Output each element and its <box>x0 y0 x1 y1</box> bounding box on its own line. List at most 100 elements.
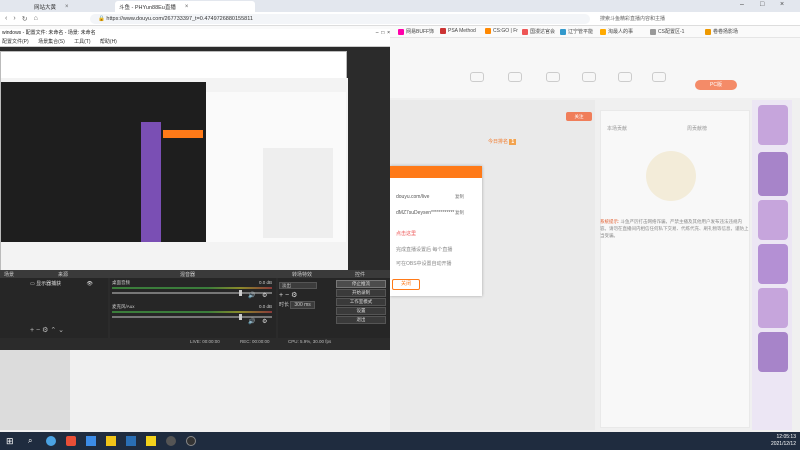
bookmark-item[interactable]: CS:GO | Fr <box>485 28 518 34</box>
tab-contribution[interactable]: 本场贡献 <box>607 125 627 132</box>
folder-icon[interactable] <box>106 436 116 446</box>
bookmark-item[interactable]: 卷卷扬影场 <box>705 28 738 35</box>
rec-timer: REC: 00:00:00 <box>240 339 270 344</box>
promo-banner[interactable] <box>758 288 788 328</box>
duration-input[interactable]: 300 ms <box>290 301 315 309</box>
cpu-fps: CPU: 5.9%, 30.00 fps <box>288 339 332 344</box>
add-icon[interactable]: + <box>30 327 34 334</box>
transition-select[interactable]: 淡出 <box>279 282 317 289</box>
home-icon[interactable]: ⌂ <box>34 15 38 23</box>
speaker-icon[interactable]: 🔊 <box>248 292 255 299</box>
minimize-icon[interactable]: – <box>740 1 744 8</box>
obs-preview[interactable] <box>0 51 348 276</box>
menu-scene-collection[interactable]: 场景集合(S) <box>38 39 65 45</box>
dock-sources: 来源 <box>58 272 69 278</box>
bookmark-item[interactable]: CS配置区-1 <box>650 28 684 35</box>
close-icon[interactable]: × <box>65 4 69 10</box>
promo-banner[interactable] <box>758 244 788 284</box>
today-rank: 今日排名 1 <box>488 138 517 145</box>
copy-key-button[interactable]: 复制 <box>455 210 464 216</box>
close-dialog-button[interactable]: 关闭 <box>392 279 420 290</box>
close-window-icon[interactable]: × <box>780 1 784 8</box>
add-icon[interactable]: + <box>279 292 283 299</box>
app-icon[interactable] <box>86 436 96 446</box>
promo-banner[interactable] <box>758 152 788 196</box>
refresh-icon[interactable]: ↻ <box>22 15 28 23</box>
tab-douyu[interactable]: 斗鱼 - PHYun88Eu直播 × <box>115 1 255 12</box>
app-icon[interactable] <box>146 436 156 446</box>
promo-banner[interactable] <box>758 332 788 372</box>
stream-key[interactable]: dMZ7suDeysen************ <box>396 210 454 216</box>
menu-profile[interactable]: 配置文件(P) <box>2 39 29 45</box>
menu-help[interactable]: 帮助(H) <box>100 39 117 45</box>
help-link[interactable]: 点击这里 <box>396 230 416 237</box>
nav-icon[interactable] <box>618 72 632 82</box>
exit-button[interactable]: 退出 <box>336 316 386 324</box>
server-address[interactable]: douyu.com/live <box>396 194 429 200</box>
url-text: https://www.douyu.com/267733397_t=0.4749… <box>106 16 253 22</box>
stop-streaming-button[interactable]: 停止推流 <box>336 280 386 288</box>
visibility-icon[interactable]: 👁 <box>87 281 93 287</box>
transition-controls: 淡出 + − ⚙ 时长 300 ms <box>279 282 334 309</box>
volume-meter <box>112 287 272 289</box>
studio-mode-button[interactable]: 工作室模式 <box>336 298 386 306</box>
gear-icon[interactable]: ⚙ <box>42 327 48 334</box>
down-icon[interactable]: ⌄ <box>58 327 64 334</box>
search-hint[interactable]: 搜索斗鱼精彩直播内容和主播 <box>600 15 665 22</box>
speaker-icon[interactable]: 🔊 <box>248 318 255 325</box>
nav-icon[interactable] <box>582 72 596 82</box>
slider-handle[interactable] <box>239 314 242 320</box>
track-name: 麦克风/Aux <box>112 304 135 309</box>
preview-dialog <box>263 148 333 238</box>
source-item[interactable]: ▭ 显示器捕获 👁 <box>30 280 93 287</box>
start-icon[interactable]: ⊞ <box>6 436 16 446</box>
maximize-icon[interactable]: □ <box>760 1 764 8</box>
source-label: 显示器捕获 <box>36 281 62 287</box>
close-icon[interactable]: × <box>185 4 189 10</box>
obs-icon[interactable] <box>166 436 176 446</box>
gear-icon[interactable]: ⚙ <box>291 292 297 299</box>
bookmark-item[interactable]: 国漫达官会 <box>522 28 555 35</box>
promo-banner[interactable] <box>758 200 788 240</box>
back-icon[interactable]: ‹ <box>5 15 7 23</box>
bookmark-item[interactable]: 网易BUFF饰 <box>398 28 434 35</box>
start-recording-button[interactable]: 开始录制 <box>336 289 386 297</box>
slider-handle[interactable] <box>239 290 242 296</box>
obs-statusbar: LIVE: 00:00:00 REC: 00:00:00 CPU: 5.9%, … <box>0 338 390 346</box>
remove-icon[interactable]: − <box>285 292 289 299</box>
forward-icon[interactable]: › <box>13 15 15 23</box>
gear-icon[interactable]: ⚙ <box>262 292 267 299</box>
nav-icon[interactable] <box>470 72 484 82</box>
bookmark-item[interactable]: 淘最人的事 <box>600 28 633 35</box>
menu-tools[interactable]: 工具(T) <box>74 39 90 45</box>
obs-title: windows - 配置文件: 未命名 - 场景: 未命名 <box>2 30 96 36</box>
settings-button[interactable]: 设置 <box>336 307 386 315</box>
scenes-dock[interactable] <box>0 278 24 338</box>
nav-icon[interactable] <box>652 72 666 82</box>
app-icon[interactable] <box>126 436 136 446</box>
pc-version-button[interactable]: PC版 <box>695 80 737 90</box>
follow-button[interactable]: 关注 <box>566 112 592 121</box>
system-clock[interactable]: 12:05:13 2021/12/12 <box>771 434 796 448</box>
duration-label: 时长 <box>279 302 290 308</box>
clock-time: 12:05:13 <box>776 434 796 440</box>
gear-icon[interactable]: ⚙ <box>262 318 267 325</box>
nav-icon[interactable] <box>546 72 560 82</box>
remove-icon[interactable]: − <box>36 327 40 334</box>
nav-icon[interactable] <box>508 72 522 82</box>
address-bar[interactable]: 🔒 https://www.douyu.com/267733397_t=0.47… <box>90 14 590 24</box>
bookmark-item[interactable]: 辽宁管平能 <box>560 28 593 35</box>
promo-banner[interactable] <box>758 105 788 145</box>
bookmark-item[interactable]: PSA Method <box>440 28 476 34</box>
tab-weekly[interactable]: 周贡献榜 <box>687 125 707 132</box>
up-icon[interactable]: ⌃ <box>50 327 56 334</box>
browser-icon[interactable] <box>46 436 56 446</box>
obs-icon[interactable] <box>186 436 196 446</box>
preview-purple-panel <box>141 122 161 242</box>
stream-settings-dialog: douyu.com/live dMZ7suDeysen************ … <box>390 166 482 296</box>
app-icon[interactable] <box>66 436 76 446</box>
search-icon[interactable]: ⌕ <box>28 436 38 446</box>
copy-server-button[interactable]: 复制 <box>455 194 464 200</box>
obs-window-controls[interactable]: – □ × <box>376 29 390 38</box>
tab-site[interactable]: 网站大黄 × <box>30 1 90 12</box>
